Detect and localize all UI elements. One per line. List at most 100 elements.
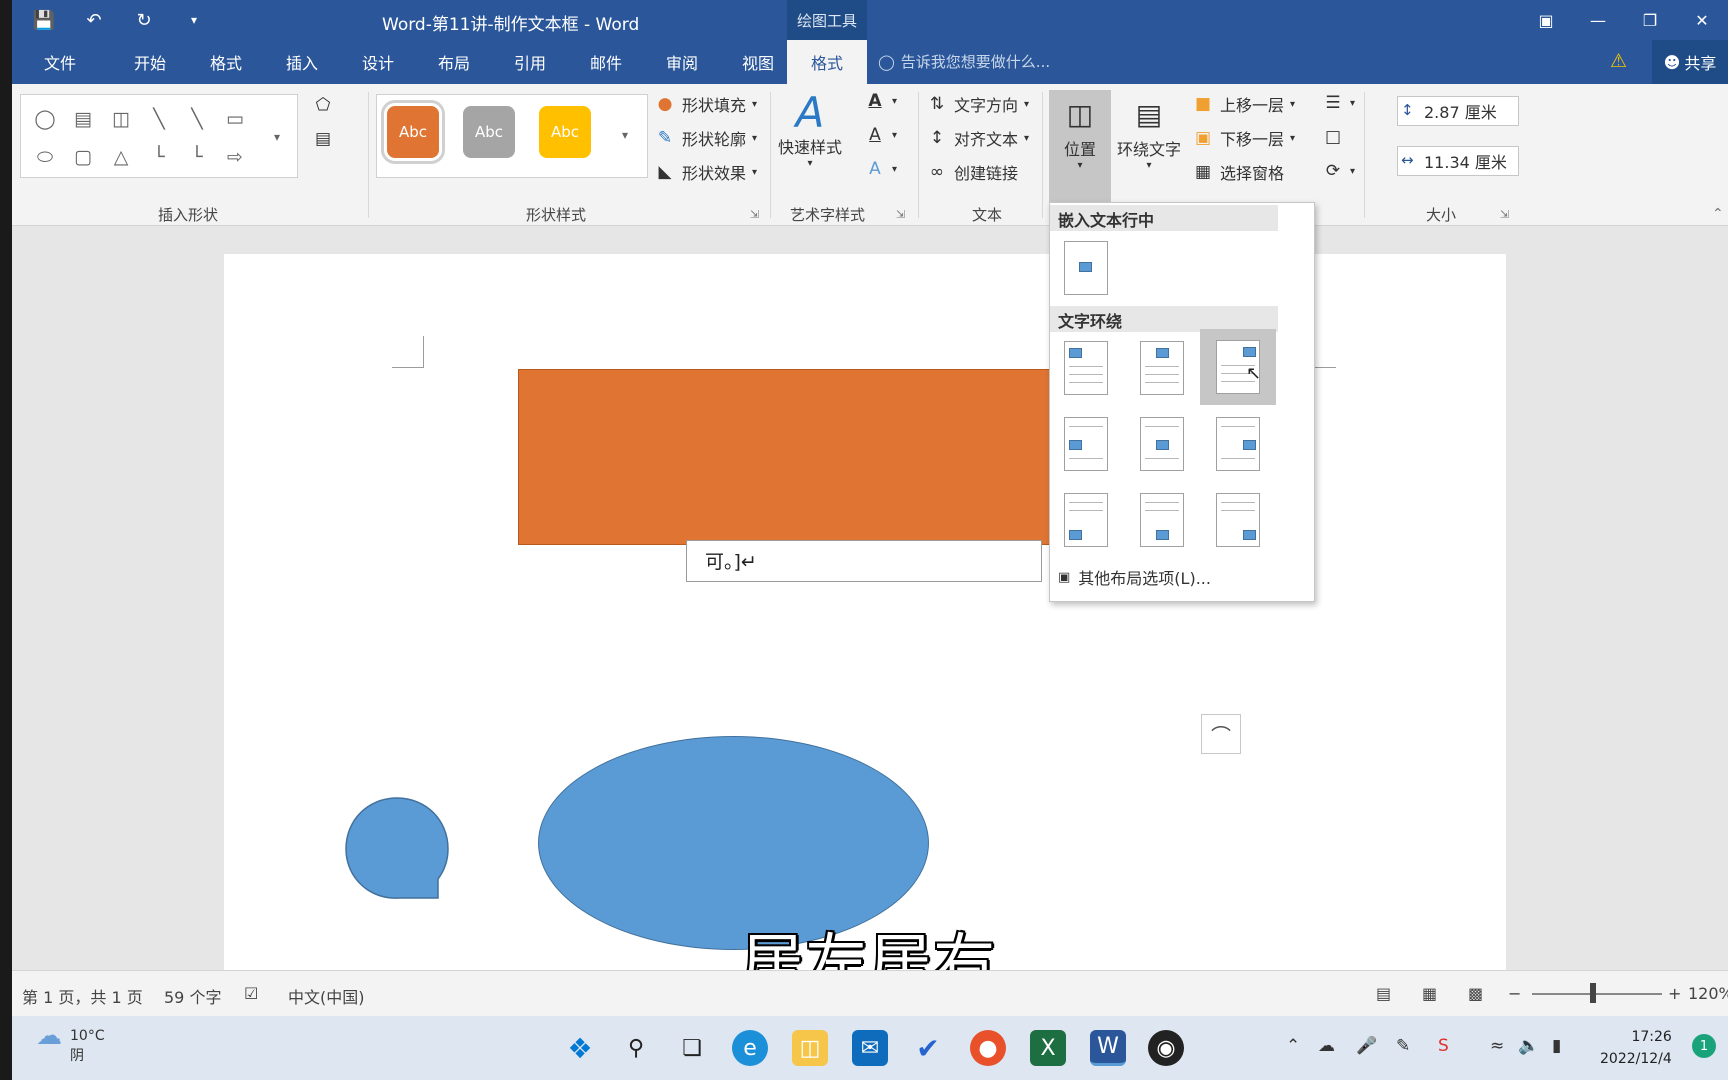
shape-styles-launcher-icon[interactable]: ⇲ xyxy=(750,208,759,221)
minimize-icon[interactable]: — xyxy=(1572,0,1624,40)
position-middle-right-option[interactable] xyxy=(1210,413,1266,475)
zoom-level[interactable]: 120% xyxy=(1688,984,1728,1003)
elbow-arrow-connector-icon[interactable]: └ xyxy=(183,143,211,171)
align-text-button[interactable]: ↕ 对齐文本 ▾ xyxy=(926,126,1029,150)
print-layout-icon[interactable]: ▦ xyxy=(1422,984,1437,1003)
orange-rectangle-shape[interactable] xyxy=(518,369,1056,545)
notification-badge[interactable]: 1 xyxy=(1692,1034,1716,1058)
rectangle-shape-icon[interactable]: ▭ xyxy=(221,105,249,133)
warning-icon[interactable]: ⚠ xyxy=(1610,50,1634,74)
wordart-launcher-icon[interactable]: ⇲ xyxy=(896,208,905,221)
style-swatch-orange[interactable]: Abc xyxy=(381,100,445,164)
oval-shape-icon[interactable]: ⬭ xyxy=(31,143,59,171)
web-layout-icon[interactable]: ▩ xyxy=(1468,984,1483,1003)
edge-browser-icon[interactable]: e xyxy=(732,1030,768,1066)
tab-home[interactable]: 开始 xyxy=(120,40,180,84)
customize-icon[interactable]: ▾ xyxy=(180,6,208,34)
oval-callout-shape-icon[interactable]: ◯ xyxy=(31,105,59,133)
line-shape-icon[interactable]: ╲ xyxy=(145,105,173,133)
tab-references[interactable]: 引用 xyxy=(500,40,560,84)
group-button[interactable]: □ xyxy=(1322,126,1344,148)
tab-format-text[interactable]: 格式 xyxy=(196,40,256,84)
zoom-out-icon[interactable]: − xyxy=(1508,984,1521,1003)
more-layout-options-item[interactable]: ▣ 其他布局选项(L)... xyxy=(1058,565,1211,589)
tab-review[interactable]: 审阅 xyxy=(652,40,712,84)
undo-icon[interactable]: ↶ xyxy=(80,6,108,34)
position-middle-center-option[interactable] xyxy=(1134,413,1190,475)
weather-widget[interactable]: ☁ 10°C 阴 xyxy=(36,1023,105,1066)
save-icon[interactable]: 💾 xyxy=(30,6,58,34)
text-outline-button[interactable]: A ▾ xyxy=(864,124,897,146)
rotate-button[interactable]: ⟳ ▾ xyxy=(1322,160,1355,182)
language-indicator[interactable]: 中文(中国) xyxy=(288,984,365,1008)
arrow-line-shape-icon[interactable]: ╲ xyxy=(183,105,211,133)
mail-icon[interactable]: ✉ xyxy=(852,1030,888,1066)
ribbon-display-icon[interactable]: ▣ xyxy=(1520,0,1572,40)
width-field[interactable]: ↔ 11.34 厘米 xyxy=(1397,146,1519,176)
zoom-slider-thumb[interactable] xyxy=(1590,983,1596,1003)
shape-effects-button[interactable]: ◣ 形状效果 ▾ xyxy=(654,160,757,184)
tab-view[interactable]: 视图 xyxy=(728,40,788,84)
position-bottom-center-option[interactable] xyxy=(1134,489,1190,551)
triangle-shape-icon[interactable]: △ xyxy=(107,143,135,171)
windows-start-icon[interactable]: ❖ xyxy=(562,1030,598,1066)
volume-icon[interactable]: 🔈 xyxy=(1518,1036,1539,1056)
close-icon[interactable]: ✕ xyxy=(1676,0,1728,40)
selection-pane-button[interactable]: ▦ 选择窗格 xyxy=(1192,160,1284,184)
zoom-in-icon[interactable]: + xyxy=(1668,984,1681,1003)
text-fill-button[interactable]: A ▾ xyxy=(864,90,897,112)
page-count[interactable]: 第 1 页，共 1 页 xyxy=(22,984,143,1008)
align-button[interactable]: ☰ ▾ xyxy=(1322,92,1355,114)
text-box-shape-icon[interactable]: ▤ xyxy=(69,105,97,133)
search-icon[interactable]: ⚲ xyxy=(618,1030,654,1066)
position-top-right-option[interactable]: ↖ xyxy=(1200,329,1276,405)
draw-textbox-button[interactable]: ▤ xyxy=(312,128,334,150)
word-count[interactable]: 59 个字 xyxy=(164,984,221,1008)
vertical-text-box-icon[interactable]: ◫ xyxy=(107,105,135,133)
tab-layout[interactable]: 布局 xyxy=(424,40,484,84)
position-bottom-right-option[interactable] xyxy=(1210,489,1266,551)
position-top-center-option[interactable] xyxy=(1134,337,1190,399)
sogou-ime-icon[interactable]: S xyxy=(1438,1036,1449,1056)
pen-input-icon[interactable]: ✎ xyxy=(1396,1036,1410,1056)
firefox-icon[interactable]: ● xyxy=(970,1030,1006,1066)
send-backward-button[interactable]: ▣ 下移一层 ▾ xyxy=(1192,126,1295,150)
rounded-rect-shape-icon[interactable]: ▢ xyxy=(69,143,97,171)
restore-icon[interactable]: ❐ xyxy=(1624,0,1676,40)
file-explorer-icon[interactable]: ◫ xyxy=(792,1030,828,1066)
position-middle-left-option[interactable] xyxy=(1058,413,1114,475)
shape-fill-button[interactable]: ● 形状填充 ▾ xyxy=(654,92,757,116)
collapse-ribbon-icon[interactable]: ⌃ xyxy=(1712,206,1724,222)
elbow-connector-icon[interactable]: └ xyxy=(145,143,173,171)
shape-outline-button[interactable]: ✎ 形状轮廓 ▾ xyxy=(654,126,757,150)
tell-me-box[interactable]: ◯ 告诉我您想要做什么... xyxy=(878,51,1050,72)
word-icon[interactable]: W xyxy=(1090,1030,1126,1066)
block-arrow-shape-icon[interactable]: ⇨ xyxy=(221,143,249,171)
position-inline-option[interactable] xyxy=(1058,237,1114,299)
proofing-icon[interactable]: ☑ xyxy=(244,984,258,1003)
gallery-more-icon[interactable]: ▾ xyxy=(263,123,291,151)
read-mode-icon[interactable]: ▤ xyxy=(1376,984,1391,1003)
wifi-icon[interactable]: ≈ xyxy=(1490,1036,1504,1056)
text-box[interactable]: 可。]↵ xyxy=(686,540,1042,582)
onedrive-icon[interactable]: ☁ xyxy=(1318,1036,1335,1056)
edit-shape-button[interactable]: ⬠ xyxy=(312,94,334,116)
redo-icon[interactable]: ↻ xyxy=(130,6,158,34)
tab-file[interactable]: 文件 xyxy=(30,40,90,84)
zoom-slider[interactable] xyxy=(1532,993,1662,995)
clock[interactable]: 17:26 2022/12/4 xyxy=(1600,1026,1672,1070)
blue-bubble-shape[interactable] xyxy=(344,796,451,903)
size-launcher-icon[interactable]: ⇲ xyxy=(1500,208,1509,221)
text-effects-button[interactable]: A ▾ xyxy=(864,158,897,180)
layout-options-icon[interactable]: ⌒ xyxy=(1201,714,1241,754)
obs-icon[interactable]: ◉ xyxy=(1148,1030,1184,1066)
tab-insert[interactable]: 插入 xyxy=(272,40,332,84)
wrap-text-button[interactable]: ▤ 环绕文字 ▾ xyxy=(1116,92,1182,172)
styles-more-icon[interactable]: ▾ xyxy=(611,121,639,149)
position-button[interactable]: ◫ 位置 ▾ xyxy=(1052,92,1108,172)
style-swatch-gray[interactable]: Abc xyxy=(463,106,515,158)
todo-icon[interactable]: ✔ xyxy=(910,1030,946,1066)
tab-design[interactable]: 设计 xyxy=(348,40,408,84)
position-top-left-option[interactable] xyxy=(1058,337,1114,399)
excel-icon[interactable]: X xyxy=(1030,1030,1066,1066)
